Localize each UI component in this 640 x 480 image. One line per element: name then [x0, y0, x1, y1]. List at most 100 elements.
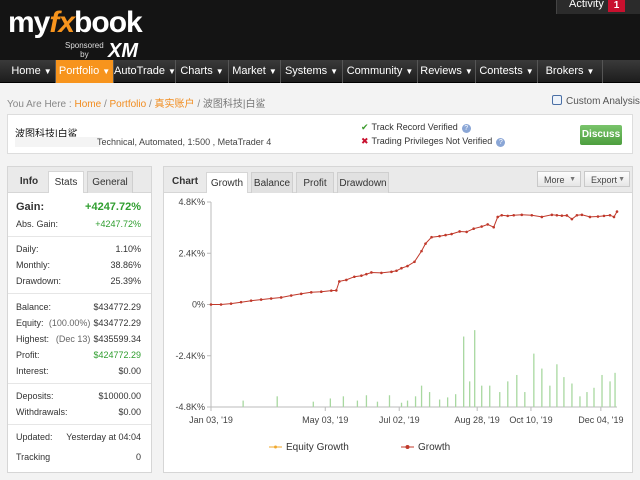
volume-bar [406, 400, 409, 407]
activity-button[interactable]: Activity 1 [556, 0, 640, 14]
chevron-down-icon: ▼ [464, 67, 473, 76]
growth-data-point [269, 297, 273, 300]
chevron-down-icon: ▼ [43, 67, 52, 76]
legend-equity-marker [274, 445, 277, 449]
volume-bar [388, 395, 391, 407]
growth-data-point [239, 300, 243, 304]
more-dropdown[interactable]: More ▼ [537, 171, 581, 187]
breadcrumb-portfolio[interactable]: Portfolio [110, 99, 147, 110]
nav-item-portfolio[interactable]: Portfolio ▼ [56, 60, 114, 83]
growth-data-point [506, 214, 510, 218]
xm-sponsor-logo: XM [108, 40, 138, 62]
nav-item-home[interactable]: Home ▼ [8, 60, 56, 83]
tab-stats[interactable]: Stats [48, 171, 84, 193]
discuss-button[interactable]: Discuss [580, 125, 622, 145]
nav-item-brokers[interactable]: Brokers ▼ [538, 60, 603, 83]
volume-bar [524, 392, 526, 407]
growth-data-point [530, 213, 534, 217]
breadcrumb-sep: / [197, 99, 201, 110]
volume-bar [400, 402, 403, 407]
x-tick-label: Dec 04, '19 [578, 415, 623, 425]
daily-row: Daily: 1.10% [16, 244, 141, 254]
growth-data-point [380, 271, 383, 275]
volume-bar [414, 396, 417, 407]
chevron-down-icon: ▼ [569, 176, 576, 183]
account-description: Technical, Automated, 1:500 , MetaTrader… [97, 137, 272, 147]
nav-item-contests[interactable]: Contests ▼ [476, 60, 538, 83]
x-tick-label: Oct 10, '19 [509, 415, 552, 425]
equity-row: Equity: (100.00%) $434772.29 [16, 318, 141, 328]
nav-item-charts[interactable]: Charts ▼ [176, 60, 229, 83]
growth-data-point [209, 303, 213, 306]
tab-general[interactable]: General [87, 171, 133, 193]
tab-growth[interactable]: Growth [206, 172, 248, 193]
gain-row: Gain: +4247.72% [16, 201, 141, 213]
growth-data-point [406, 264, 409, 268]
breadcrumb-current: 波图科技|白鲨 [202, 99, 266, 110]
volume-bar [609, 381, 611, 407]
deposits-row: Deposits: $10000.00 [16, 391, 141, 401]
nav-item-market[interactable]: Market ▼ [229, 60, 281, 83]
growth-data-point [370, 271, 373, 274]
volume-bar [481, 385, 483, 407]
growth-data-point [458, 230, 461, 233]
growth-data-point [420, 249, 423, 253]
chart-tabs: Chart Growth Balance Profit Drawdown Mor… [164, 167, 632, 193]
volume-bar [593, 387, 595, 407]
volume-bar [420, 385, 423, 407]
volume-bar [342, 396, 345, 407]
volume-bar [556, 364, 558, 407]
export-dropdown[interactable]: Export ▼ [584, 171, 630, 187]
volume-bar [446, 397, 449, 407]
volume-bar [463, 336, 465, 407]
y-tick-label: 0% [192, 300, 205, 310]
nav-item-reviews[interactable]: Reviews ▼ [418, 60, 476, 83]
help-icon[interactable]: ? [496, 138, 506, 147]
myfxbook-logo[interactable]: myfxbook Sponsored by XM [8, 8, 158, 62]
nav-item-label: Reviews [420, 65, 462, 77]
trading-privileges-status: ✖ Trading Privileges Not Verified? [361, 136, 506, 147]
page: myfxbook Sponsored by XM Activity 1 Home ▼… [0, 0, 640, 480]
help-icon[interactable]: ? [461, 124, 471, 133]
volume-bar [312, 401, 314, 407]
tab-info[interactable]: Info [15, 171, 43, 193]
growth-data-point [353, 275, 356, 279]
chevron-down-icon: ▼ [102, 67, 111, 76]
cross-icon: ✖ [361, 136, 369, 146]
interest-row: Interest: $0.00 [16, 366, 141, 376]
tab-balance[interactable]: Balance [251, 172, 293, 193]
growth-data-point [500, 213, 504, 217]
x-tick-label: Jul 02, '19 [379, 415, 420, 425]
divider [8, 293, 151, 294]
highest-row: Highest: (Dec 13) $435599.34 [16, 334, 141, 344]
growth-data-point [395, 269, 398, 273]
growth-data-point [512, 213, 516, 217]
growth-data-point [319, 290, 323, 293]
growth-data-point [444, 233, 447, 237]
nav-item-systems[interactable]: Systems ▼ [281, 60, 343, 83]
nav-item-community[interactable]: Community ▼ [343, 60, 418, 83]
breadcrumb-real-account[interactable]: 真实账户 [155, 99, 195, 110]
growth-data-point [365, 272, 368, 276]
growth-data-point [289, 294, 293, 297]
growth-data-point [480, 225, 483, 228]
chevron-down-icon: ▼ [618, 176, 625, 183]
monthly-row: Monthly: 38.86% [16, 260, 141, 270]
growth-data-point [345, 278, 348, 282]
tab-profit[interactable]: Profit [296, 172, 334, 193]
growth-data-point [335, 289, 338, 292]
y-tick-label: -4.8K% [175, 402, 205, 412]
breadcrumb-home[interactable]: Home [74, 99, 101, 110]
tab-drawdown[interactable]: Drawdown [337, 172, 389, 193]
x-tick-label: Jan 03, '19 [189, 415, 233, 425]
divider [8, 383, 151, 384]
growth-data-point [520, 213, 524, 217]
growth-data-point [575, 213, 579, 217]
main-nav: Home ▼ Portfolio ▼ AutoTrade ▼ Charts ▼ Market ▼ S… [0, 60, 640, 83]
growth-data-point [555, 213, 559, 217]
custom-analysis-link[interactable]: Custom Analysis [552, 95, 640, 107]
abs-gain-row: Abs. Gain: +4247.72% [16, 219, 141, 229]
nav-item-autotrade[interactable]: AutoTrade ▼ [114, 60, 176, 83]
growth-data-point [550, 213, 554, 217]
chevron-down-icon: ▼ [586, 67, 595, 76]
